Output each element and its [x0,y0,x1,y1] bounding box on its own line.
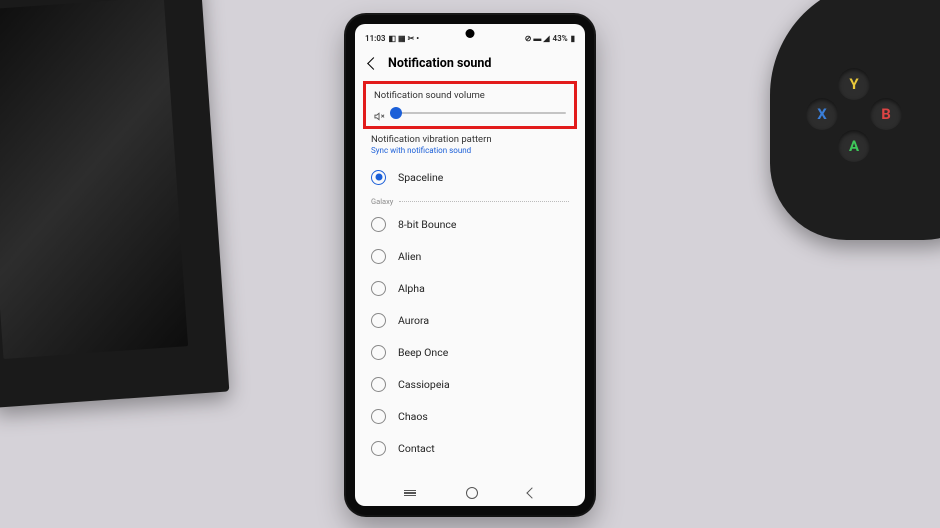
group-label: Galaxy [369,193,571,208]
option-label: Chaos [398,410,428,423]
mute-icon [374,107,385,118]
option-label: Contact [398,442,435,455]
radio-icon [371,409,386,424]
controller-b-button: B [870,98,902,130]
option-label: Spaceline [398,171,443,184]
radio-icon [371,441,386,456]
sound-options-list: Spaceline Galaxy 8-bit Bounce Alien Alph… [355,157,585,480]
sound-option[interactable]: Aurora [369,304,571,336]
nav-back-button[interactable] [526,487,537,498]
sound-option[interactable]: Contact [369,432,571,464]
sound-option[interactable]: Alien [369,240,571,272]
status-battery: 43% [553,34,568,43]
vibration-label: Notification vibration pattern [371,134,569,145]
vibration-sync-link: Sync with notification sound [371,146,569,155]
sound-option[interactable]: Chaos [369,400,571,432]
status-icons-left: ◧ ▦ ✂ • [388,34,419,43]
sound-option[interactable]: 8-bit Bounce [369,208,571,240]
battery-icon: ▮ [571,34,575,43]
volume-slider-row [374,107,566,118]
radio-checked-icon [371,170,386,185]
option-label: Aurora [398,314,429,327]
galaxy-box-prop: Galaxy S23 Ultra [0,0,229,408]
box-face [0,0,188,359]
phone-screen: 11:03 ◧ ▦ ✂ • ⊘ ▬ ◢ 43% ▮ Notification s… [355,24,585,506]
status-time: 11:03 [365,34,385,43]
controller-x-button: X [806,98,838,130]
vibration-section[interactable]: Notification vibration pattern Sync with… [355,129,585,157]
option-label: Beep Once [398,346,448,359]
camera-cutout [466,29,475,38]
volume-slider[interactable] [393,112,566,114]
page-header: Notification sound [355,48,585,81]
controller-y-button: Y [838,68,870,100]
controller-a-button: A [838,130,870,162]
volume-label: Notification sound volume [374,90,566,101]
sound-option[interactable]: Spaceline [369,161,571,193]
status-icons-right: ⊘ ▬ ◢ [525,34,550,43]
radio-icon [371,313,386,328]
option-label: Cassiopeia [398,378,450,391]
radio-icon [371,217,386,232]
back-icon[interactable] [367,57,380,70]
option-label: Alien [398,250,421,263]
sound-option[interactable]: Cassiopeia [369,368,571,400]
radio-icon [371,377,386,392]
radio-icon [371,281,386,296]
xbox-controller-prop: Y B X A [770,0,940,240]
android-nav-bar [355,480,585,506]
phone-frame: 11:03 ◧ ▦ ✂ • ⊘ ▬ ◢ 43% ▮ Notification s… [346,15,594,515]
sound-option[interactable]: Beep Once [369,336,571,368]
option-label: 8-bit Bounce [398,218,456,231]
volume-section-highlight: Notification sound volume [363,81,577,129]
nav-recents-button[interactable] [404,490,416,497]
radio-icon [371,345,386,360]
sound-option[interactable]: Alpha [369,272,571,304]
nav-home-button[interactable] [466,487,478,499]
radio-icon [371,249,386,264]
page-title: Notification sound [388,56,491,71]
option-label: Alpha [398,282,425,295]
slider-thumb[interactable] [390,107,402,119]
